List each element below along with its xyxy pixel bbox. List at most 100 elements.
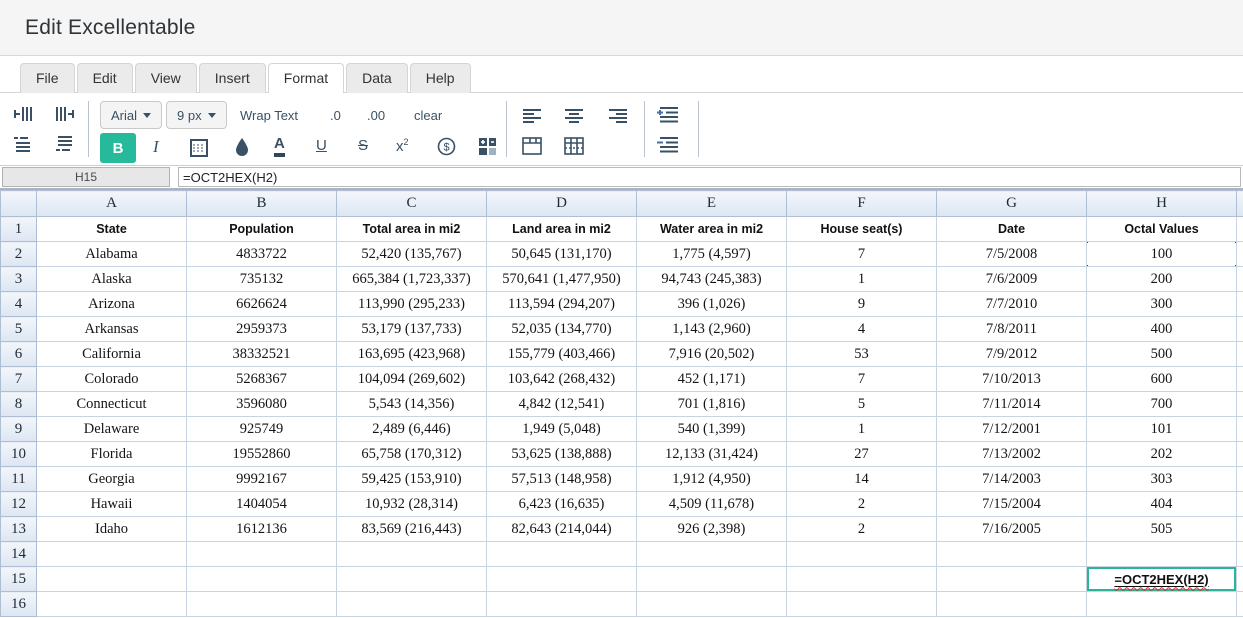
cell-G11[interactable]: 7/14/2003 [937, 467, 1087, 492]
column-header-partial[interactable] [1237, 191, 1243, 217]
cell-D7[interactable]: 103,642 (268,432) [487, 367, 637, 392]
cell-B11[interactable]: 9992167 [187, 467, 337, 492]
cell-partial-1[interactable] [1237, 217, 1243, 242]
cell-G8[interactable]: 7/11/2014 [937, 392, 1087, 417]
cell-D4[interactable]: 113,594 (294,207) [487, 292, 637, 317]
font-family-dropdown[interactable]: Arial [100, 101, 162, 129]
cell-A8[interactable]: Connecticut [37, 392, 187, 417]
clear-format-button[interactable]: clear [414, 108, 442, 123]
cell-C14[interactable] [337, 542, 487, 567]
cell-B1[interactable]: Population [187, 217, 337, 242]
cell-H9[interactable]: 101 [1087, 417, 1237, 442]
column-header-H[interactable]: H [1087, 191, 1237, 217]
cell-H16[interactable] [1087, 592, 1237, 617]
row-header-6[interactable]: 6 [1, 342, 37, 367]
cell-F9[interactable]: 1 [787, 417, 937, 442]
cell-A11[interactable]: Georgia [37, 467, 187, 492]
cell-G13[interactable]: 7/16/2005 [937, 517, 1087, 542]
cell-F4[interactable]: 9 [787, 292, 937, 317]
font-size-dropdown[interactable]: 9 px [166, 101, 227, 129]
row-header-11[interactable]: 11 [1, 467, 37, 492]
insert-column-left-icon[interactable] [12, 105, 34, 123]
cell-D6[interactable]: 155,779 (403,466) [487, 342, 637, 367]
cell-E1[interactable]: Water area in mi2 [637, 217, 787, 242]
cell-E5[interactable]: 1,143 (2,960) [637, 317, 787, 342]
cell-H15[interactable]: =OCT2HEX(H2) [1087, 567, 1237, 592]
cell-C10[interactable]: 65,758 (170,312) [337, 442, 487, 467]
cell-partial-8[interactable] [1237, 392, 1243, 417]
row-header-12[interactable]: 12 [1, 492, 37, 517]
cell-H2[interactable]: 100 [1087, 242, 1237, 267]
increase-decimal-button[interactable]: .00 [367, 108, 385, 123]
insert-column-right-icon[interactable] [54, 105, 76, 123]
cell-C3[interactable]: 665,384 (1,723,337) [337, 267, 487, 292]
cell-G1[interactable]: Date [937, 217, 1087, 242]
cell-H7[interactable]: 600 [1087, 367, 1237, 392]
cell-D16[interactable] [487, 592, 637, 617]
align-left-icon[interactable] [522, 109, 542, 123]
row-header-15[interactable]: 15 [1, 567, 37, 592]
cell-F13[interactable]: 2 [787, 517, 937, 542]
cell-G10[interactable]: 7/13/2002 [937, 442, 1087, 467]
cell-E16[interactable] [637, 592, 787, 617]
strikethrough-button[interactable]: S [358, 137, 368, 154]
merge-cells-icon[interactable] [478, 137, 497, 156]
cell-H13[interactable]: 505 [1087, 517, 1237, 542]
cell-A5[interactable]: Arkansas [37, 317, 187, 342]
cell-A12[interactable]: Hawaii [37, 492, 187, 517]
cell-B10[interactable]: 19552860 [187, 442, 337, 467]
cell-A16[interactable] [37, 592, 187, 617]
cell-D10[interactable]: 53,625 (138,888) [487, 442, 637, 467]
cell-C8[interactable]: 5,543 (14,356) [337, 392, 487, 417]
cell-C4[interactable]: 113,990 (295,233) [337, 292, 487, 317]
cell-E9[interactable]: 540 (1,399) [637, 417, 787, 442]
cell-E15[interactable] [637, 567, 787, 592]
cell-H11[interactable]: 303 [1087, 467, 1237, 492]
cell-B13[interactable]: 1612136 [187, 517, 337, 542]
cell-G7[interactable]: 7/10/2013 [937, 367, 1087, 392]
cell-partial-15[interactable] [1237, 567, 1243, 592]
cell-B9[interactable]: 925749 [187, 417, 337, 442]
cell-H5[interactable]: 400 [1087, 317, 1237, 342]
tab-insert[interactable]: Insert [199, 63, 266, 94]
cell-partial-4[interactable] [1237, 292, 1243, 317]
cell-F15[interactable] [787, 567, 937, 592]
cell-F5[interactable]: 4 [787, 317, 937, 342]
column-header-C[interactable]: C [337, 191, 487, 217]
cell-E10[interactable]: 12,133 (31,424) [637, 442, 787, 467]
italic-button[interactable]: I [153, 137, 159, 157]
table-borders-icon[interactable] [564, 137, 584, 155]
cell-G4[interactable]: 7/7/2010 [937, 292, 1087, 317]
cell-B2[interactable]: 4833722 [187, 242, 337, 267]
superscript-button[interactable]: x2 [396, 137, 409, 155]
cell-H8[interactable]: 700 [1087, 392, 1237, 417]
cell-D1[interactable]: Land area in mi2 [487, 217, 637, 242]
insert-row-below-icon[interactable] [54, 135, 76, 153]
cell-B7[interactable]: 5268367 [187, 367, 337, 392]
cell-E7[interactable]: 452 (1,171) [637, 367, 787, 392]
cell-E13[interactable]: 926 (2,398) [637, 517, 787, 542]
cell-G2[interactable]: 7/5/2008 [937, 242, 1087, 267]
align-center-icon[interactable] [564, 109, 584, 123]
cell-partial-14[interactable] [1237, 542, 1243, 567]
cell-B8[interactable]: 3596080 [187, 392, 337, 417]
cell-F8[interactable]: 5 [787, 392, 937, 417]
column-header-E[interactable]: E [637, 191, 787, 217]
cell-E12[interactable]: 4,509 (11,678) [637, 492, 787, 517]
formula-input[interactable]: =OCT2HEX(H2) [178, 167, 1241, 187]
insert-row-above-icon[interactable] [12, 135, 34, 153]
cell-G9[interactable]: 7/12/2001 [937, 417, 1087, 442]
row-header-7[interactable]: 7 [1, 367, 37, 392]
cell-D12[interactable]: 6,423 (16,635) [487, 492, 637, 517]
selection-handle[interactable] [1087, 242, 1089, 244]
cell-partial-16[interactable] [1237, 592, 1243, 617]
cell-C1[interactable]: Total area in mi2 [337, 217, 487, 242]
cell-D15[interactable] [487, 567, 637, 592]
cell-G5[interactable]: 7/8/2011 [937, 317, 1087, 342]
column-header-A[interactable]: A [37, 191, 187, 217]
row-header-14[interactable]: 14 [1, 542, 37, 567]
table-header-icon[interactable] [522, 137, 542, 155]
cell-C2[interactable]: 52,420 (135,767) [337, 242, 487, 267]
cell-F3[interactable]: 1 [787, 267, 937, 292]
cell-A7[interactable]: Colorado [37, 367, 187, 392]
